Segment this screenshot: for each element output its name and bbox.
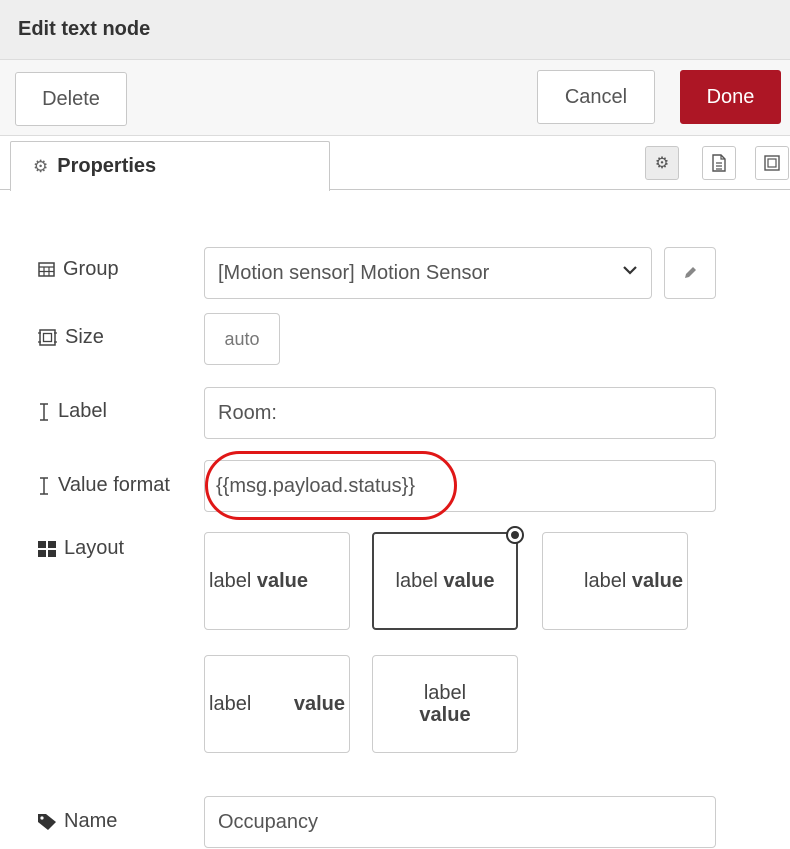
layout-option-label: label — [209, 692, 252, 715]
name-input[interactable]: Occupancy — [204, 796, 716, 848]
text-cursor-icon — [38, 476, 50, 496]
appearance-view-button[interactable] — [755, 146, 789, 180]
size-label: Size — [38, 326, 104, 349]
cancel-button[interactable]: Cancel — [537, 70, 655, 124]
layout-option-value: value — [443, 569, 495, 592]
delete-button[interactable]: Delete — [15, 72, 127, 126]
label-label-text: Label — [58, 400, 107, 422]
properties-view-button[interactable]: ⚙ — [645, 146, 679, 180]
done-button[interactable]: Done — [680, 70, 781, 124]
gear-icon: ⚙ — [33, 156, 49, 176]
tag-icon — [38, 813, 56, 830]
group-label-text: Group — [63, 258, 119, 280]
text-cursor-icon — [38, 402, 50, 422]
layout-option-row-left[interactable]: label value — [204, 532, 350, 630]
layout-option-value: value — [631, 569, 683, 592]
layout-option-label: label — [209, 569, 252, 592]
layout-option-row-spread[interactable]: label value — [204, 655, 350, 753]
grid-icon — [38, 540, 56, 557]
value-format-label-text: Value format — [58, 474, 170, 496]
tab-properties[interactable]: ⚙ Properties — [10, 141, 330, 191]
table-icon — [38, 262, 55, 277]
selected-radio-indicator — [506, 526, 524, 544]
layout-label-text: Layout — [64, 537, 125, 559]
layout-option-row-right[interactable]: label value — [542, 532, 688, 630]
group-select[interactable]: [Motion sensor] Motion Sensor — [204, 247, 652, 299]
layout-option-value: value — [256, 569, 308, 592]
size-icon — [38, 328, 57, 347]
chevron-down-icon — [623, 262, 637, 280]
layout-option-column[interactable]: label value — [372, 655, 518, 753]
dialog-header: Edit text node — [0, 0, 790, 60]
layout-option-label: label — [423, 682, 467, 704]
group-label: Group — [38, 258, 119, 281]
layout-option-value: value — [419, 704, 471, 726]
size-button[interactable]: auto — [204, 313, 280, 365]
frame-icon — [764, 155, 780, 171]
edit-group-button[interactable] — [664, 247, 716, 299]
layout-label: Layout — [38, 537, 124, 560]
value-format-label: Value format — [38, 474, 170, 497]
pencil-icon — [685, 267, 696, 278]
document-icon — [712, 154, 726, 172]
tab-properties-label: Properties — [57, 155, 157, 177]
group-select-value: [Motion sensor] Motion Sensor — [218, 261, 490, 284]
name-label: Name — [38, 810, 117, 833]
gear-icon: ⚙ — [654, 155, 670, 172]
layout-option-label: label — [395, 569, 438, 592]
description-view-button[interactable] — [702, 146, 736, 180]
label-input[interactable]: Room: — [204, 387, 716, 439]
dialog-title: Edit text node — [18, 18, 151, 40]
layout-option-label: label — [584, 569, 627, 592]
layout-option-row-center[interactable]: label value — [372, 532, 518, 630]
value-format-input[interactable]: {{msg.payload.status}} — [204, 460, 716, 512]
size-label-text: Size — [65, 326, 104, 348]
name-label-text: Name — [64, 810, 118, 832]
tab-bar: ⚙ Properties ⚙ — [0, 136, 790, 192]
label-label: Label — [38, 400, 107, 423]
dialog-toolbar: Delete Cancel Done — [0, 60, 790, 136]
layout-option-value: value — [293, 692, 345, 715]
